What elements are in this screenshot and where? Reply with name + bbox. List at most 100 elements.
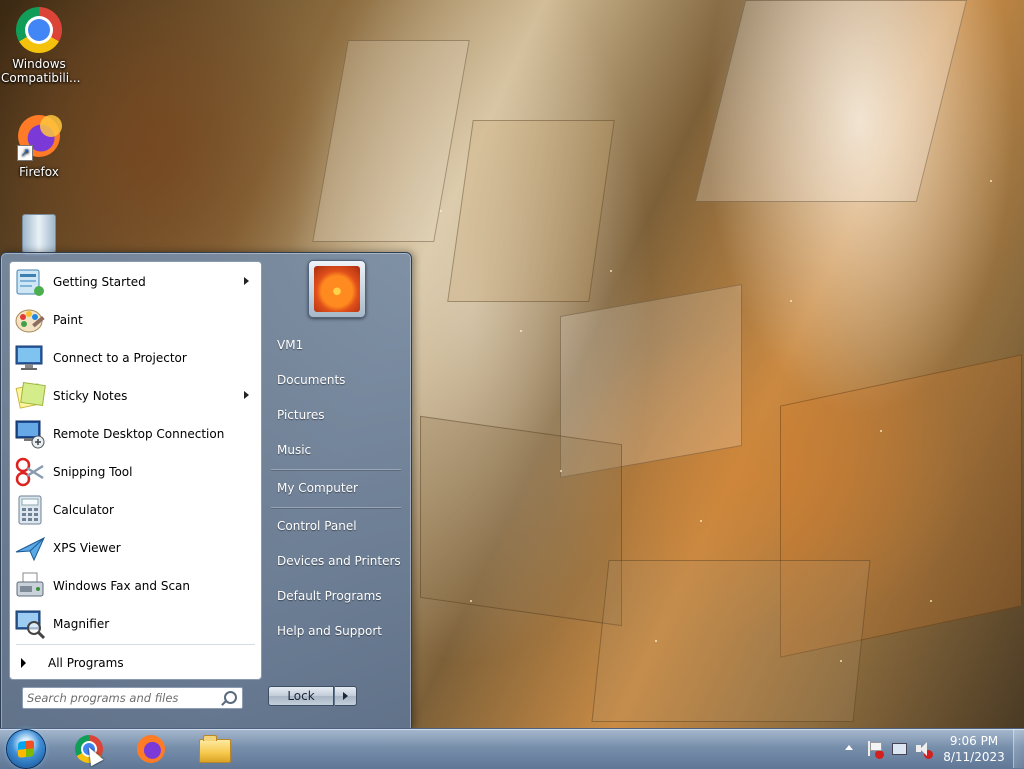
start-right-item-music[interactable]: Music (267, 434, 405, 465)
right-item-label: Devices and Printers (277, 553, 401, 568)
right-pane-divider (271, 507, 401, 508)
start-right-item-my-computer[interactable]: My Computer (267, 472, 405, 503)
wallpaper-sparkle (560, 470, 562, 472)
start-right-item-default-programs[interactable]: Default Programs (267, 580, 405, 611)
show-desktop-button[interactable] (1013, 729, 1024, 768)
program-xps-viewer[interactable]: XPS Viewer (10, 529, 261, 567)
right-item-label: Help and Support (277, 623, 382, 638)
xps-viewer-icon (14, 532, 46, 564)
all-programs-button[interactable]: All Programs (10, 650, 261, 676)
program-label: XPS Viewer (53, 541, 121, 555)
wallpaper-sparkle (880, 430, 882, 432)
file-explorer-icon (199, 735, 231, 763)
wallpaper-sparkle (840, 660, 842, 662)
all-programs-label: All Programs (48, 656, 124, 670)
start-right-item-pictures[interactable]: Pictures (267, 399, 405, 430)
windows-logo-icon (18, 740, 34, 758)
paint-icon (14, 304, 46, 336)
desktop-icon-firefox[interactable]: ↗ Firefox (1, 112, 77, 179)
right-item-label: My Computer (277, 480, 358, 495)
network-icon[interactable] (891, 741, 907, 757)
right-item-label: Default Programs (277, 588, 382, 603)
shortcut-arrow-icon: ↗ (17, 145, 33, 161)
desktop-icon-label: Windows Compatibili... (1, 57, 81, 85)
calculator-icon (14, 494, 46, 526)
program-label: Calculator (53, 503, 114, 517)
search-area (9, 679, 260, 723)
getting-started-icon (14, 266, 46, 298)
wallpaper-panel (591, 560, 871, 722)
wallpaper-sparkle (700, 520, 702, 522)
sticky-notes-icon (14, 380, 46, 412)
program-label: Getting Started (53, 275, 146, 289)
taskbar-firefox-button[interactable] (123, 731, 179, 767)
program-magnifier[interactable]: Magnifier (10, 605, 261, 643)
magnifier-icon (14, 608, 46, 640)
desktop-icon-label: Firefox (19, 165, 59, 179)
program-paint[interactable]: Paint (10, 301, 261, 339)
desktop-icon-windows-compatibility[interactable]: Windows Compatibili... (1, 6, 81, 85)
program-windows-fax-and-scan[interactable]: Windows Fax and Scan (10, 567, 261, 605)
fax-scan-icon (14, 570, 46, 602)
remote-desktop-icon (14, 418, 46, 450)
search-box[interactable] (22, 687, 243, 709)
start-right-item-devices-and-printers[interactable]: Devices and Printers (267, 545, 405, 576)
right-pane-divider (271, 469, 401, 470)
firefox-icon (137, 735, 165, 763)
right-item-label: Documents (277, 372, 346, 387)
submenu-arrow-icon[interactable] (244, 391, 249, 399)
search-input[interactable] (27, 689, 217, 707)
wallpaper-sparkle (655, 640, 657, 642)
right-item-label: VM1 (277, 337, 304, 352)
program-calculator[interactable]: Calculator (10, 491, 261, 529)
clock-date: 8/11/2023 (943, 750, 1005, 764)
action-center-flag-icon[interactable] (866, 741, 884, 759)
show-hidden-icons-button[interactable] (845, 745, 853, 750)
program-getting-started[interactable]: Getting Started (10, 263, 261, 301)
start-right-item-documents[interactable]: Documents (267, 364, 405, 395)
start-menu: Getting Started Paint Connect to a Proje… (0, 252, 412, 730)
taskbar-explorer-button[interactable] (185, 731, 241, 767)
program-connect-to-a-projector[interactable]: Connect to a Projector (10, 339, 261, 377)
submenu-arrow-icon[interactable] (244, 277, 249, 285)
wallpaper-sparkle (990, 180, 992, 182)
program-sticky-notes[interactable]: Sticky Notes (10, 377, 261, 415)
firefox-icon: ↗ (15, 115, 63, 163)
user-picture[interactable] (308, 260, 366, 318)
flower-avatar-icon (314, 266, 360, 312)
start-menu-programs-pane: Getting Started Paint Connect to a Proje… (9, 261, 262, 680)
lock-button[interactable]: Lock (268, 686, 334, 706)
start-button[interactable] (7, 730, 45, 768)
program-label: Remote Desktop Connection (53, 427, 225, 441)
error-badge-icon (875, 750, 884, 759)
right-item-label: Music (277, 442, 312, 457)
start-right-item-help-and-support[interactable]: Help and Support (267, 615, 405, 646)
shutdown-options-button[interactable] (335, 686, 357, 706)
search-icon[interactable] (224, 691, 237, 704)
programs-divider (16, 644, 255, 645)
wallpaper-panel (694, 0, 968, 202)
program-label: Paint (53, 313, 83, 327)
chrome-icon (15, 7, 63, 55)
start-right-item-control-panel[interactable]: Control Panel (267, 510, 405, 541)
wallpaper-sparkle (930, 600, 932, 602)
wallpaper-sparkle (520, 330, 522, 332)
program-remote-desktop-connection[interactable]: Remote Desktop Connection (10, 415, 261, 453)
start-right-item-user[interactable]: VM1 (267, 329, 405, 360)
program-snipping-tool[interactable]: Snipping Tool (10, 453, 261, 491)
wallpaper-panel (447, 120, 615, 302)
error-badge-icon (924, 750, 933, 759)
wallpaper-sparkle (790, 300, 792, 302)
taskbar-clock[interactable]: 9:06 PM 8/11/2023 (938, 733, 1010, 765)
wallpaper-sparkle (440, 210, 442, 212)
snipping-tool-icon (14, 456, 46, 488)
program-label: Snipping Tool (53, 465, 133, 479)
chevron-right-icon (343, 692, 348, 700)
expand-arrow-icon (21, 658, 26, 668)
program-label: Sticky Notes (53, 389, 128, 403)
wallpaper-panel (420, 415, 622, 627)
right-item-label: Control Panel (277, 518, 357, 533)
volume-muted-icon[interactable] (915, 741, 933, 759)
projector-icon (14, 342, 46, 374)
wallpaper-sparkle (610, 270, 612, 272)
